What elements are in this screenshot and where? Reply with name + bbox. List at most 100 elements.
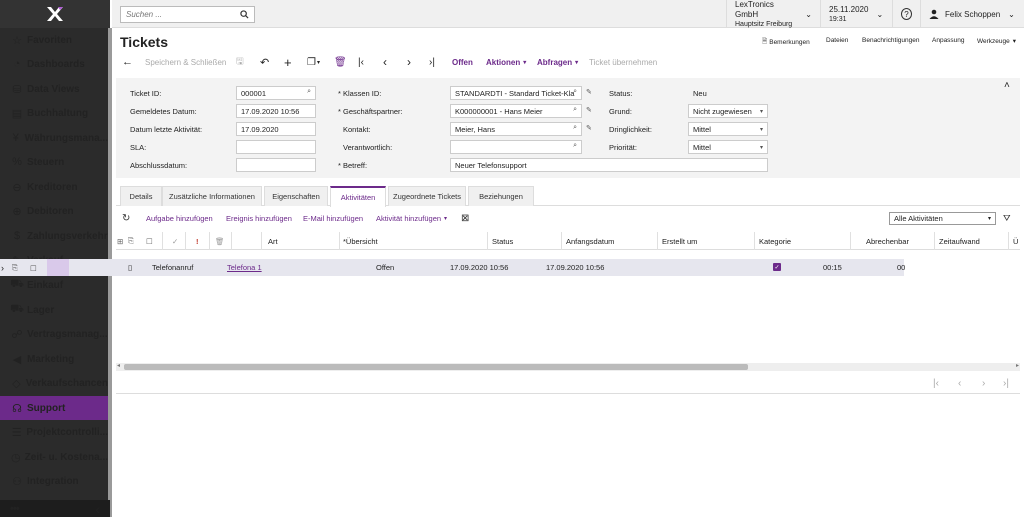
- col-abrechenbar[interactable]: Abrechenbar: [866, 232, 909, 250]
- verantwortlich-field[interactable]: ⌕: [450, 140, 582, 154]
- app-logo[interactable]: [0, 0, 110, 28]
- add-event-button[interactable]: Ereignis hinzufügen: [226, 210, 292, 226]
- copy-icon[interactable]: ❐: [307, 55, 316, 69]
- table-row[interactable]: › ⎘ ☐ ▯ Telefonanruf Telefona 1 Offen 17…: [0, 258, 905, 277]
- sidebar-item-favoriten[interactable]: ☆ Favoriten: [0, 28, 108, 52]
- scroll-right-icon[interactable]: ▸: [1016, 362, 1019, 369]
- row-uebersicht-link[interactable]: Telefona 1: [227, 258, 262, 276]
- betreff-field[interactable]: Neuer Telefonsupport: [450, 158, 768, 172]
- dringlichkeit-select[interactable]: Mittel ▾: [688, 122, 768, 136]
- sidebar-item-data-views[interactable]: ⛁ Data Views: [0, 77, 108, 101]
- gemeldet-field[interactable]: 17.09.2020 10:56: [236, 104, 316, 118]
- abschluss-field[interactable]: [236, 158, 316, 172]
- expand-row-icon[interactable]: ›: [1, 259, 4, 277]
- refresh-icon[interactable]: ↻: [122, 210, 130, 226]
- col-uebersicht[interactable]: *Übersicht: [343, 232, 378, 250]
- sidebar-item-dashboards[interactable]: ◔ Dashboards: [0, 52, 108, 76]
- edit-icon[interactable]: ✎: [586, 88, 592, 96]
- first-record-icon[interactable]: |‹: [358, 55, 364, 69]
- pager-next-icon[interactable]: ›: [982, 378, 985, 389]
- col-status[interactable]: Status: [492, 232, 513, 250]
- selected-cell[interactable]: [47, 259, 69, 276]
- col-anfangsdatum[interactable]: Anfangsdatum: [566, 232, 614, 250]
- sidebar-item-zeit-u-kostena[interactable]: ◷ Zeit- u. Kostena...: [0, 445, 108, 469]
- col-zeitaufwand[interactable]: Zeitaufwand: [939, 232, 980, 250]
- sidebar-item-projektcontrolli[interactable]: ☰ Projektcontrolli...: [0, 420, 108, 444]
- save-icon[interactable]: 🖫: [236, 55, 244, 69]
- horizontal-scrollbar[interactable]: ◂ ▸: [116, 363, 1020, 371]
- sidebar-item-marketing[interactable]: ◀ Marketing: [0, 347, 108, 371]
- klassen-id-field[interactable]: STANDARDTI - Standard Ticket-Kla ⌕: [450, 86, 582, 100]
- col-erstellt-um[interactable]: Erstellt um: [662, 232, 697, 250]
- add-email-button[interactable]: E-Mail hinzufügen: [303, 210, 363, 226]
- pager-first-icon[interactable]: |‹: [933, 378, 939, 389]
- more-icon[interactable]: •••: [10, 503, 20, 515]
- note-icon[interactable]: ☐: [30, 259, 37, 277]
- letzte-aktivitaet-field[interactable]: 17.09.2020: [236, 122, 316, 136]
- sidebar-item-vertragsmanag[interactable]: ☍ Vertragsmanag...: [0, 322, 108, 346]
- sidebar-item-kreditoren[interactable]: ⊖ Kreditoren: [0, 175, 108, 199]
- header-link-werkzeuge[interactable]: Werkzeuge ▾: [977, 37, 1016, 46]
- help-button[interactable]: ?: [892, 0, 920, 28]
- add-task-button[interactable]: Aufgabe hinzufügen: [146, 210, 213, 226]
- filter-icon[interactable]: ⛛: [1003, 210, 1011, 226]
- back-button[interactable]: ←: [122, 55, 133, 69]
- user-menu[interactable]: Felix Schoppen ⌄: [920, 0, 1024, 28]
- save-close-button[interactable]: Speichern & Schließen: [145, 55, 226, 69]
- pager-prev-icon[interactable]: ‹: [958, 378, 961, 389]
- grund-select[interactable]: Nicht zugewiesen ▾: [688, 104, 768, 118]
- sidebar-item-zahlungsverkehr[interactable]: $ Zahlungsverkehr: [0, 224, 108, 248]
- kontakt-field[interactable]: Meier, Hans ⌕: [450, 122, 582, 136]
- collapse-sidebar-icon[interactable]: ‹: [95, 501, 100, 517]
- scrollbar-thumb[interactable]: [124, 364, 748, 370]
- attachment-icon[interactable]: ⎘: [12, 259, 18, 277]
- ticket-id-field[interactable]: 000001 ⌕: [236, 86, 316, 100]
- tab-aktivitäten[interactable]: Aktivitäten: [330, 186, 386, 207]
- add-icon[interactable]: +: [284, 55, 292, 70]
- edit-icon[interactable]: ✎: [586, 124, 592, 132]
- col-kategorie[interactable]: Kategorie: [759, 232, 791, 250]
- sidebar-item-währungsmana[interactable]: ¥ Währungsmana...: [0, 126, 108, 150]
- sidebar-item-buchhaltung[interactable]: ▤ Buchhaltung: [0, 101, 108, 125]
- header-link-benachrichtigungen[interactable]: Benachrichtigungen: [862, 37, 919, 44]
- company-selector[interactable]: LexTronics GmbH Hauptsitz Freiburg ⌄: [726, 0, 820, 28]
- ticket-uebernehmen-button[interactable]: Ticket übernehmen: [589, 55, 657, 69]
- activity-filter-select[interactable]: Alle Aktivitäten ▾: [889, 212, 996, 225]
- undo-icon[interactable]: ↶: [260, 55, 269, 69]
- tab-beziehungen[interactable]: Beziehungen: [468, 186, 534, 206]
- sla-field[interactable]: [236, 140, 316, 154]
- tab-zusätzliche-informationen[interactable]: Zusätzliche Informationen: [162, 186, 262, 206]
- last-record-icon[interactable]: ›|: [429, 55, 435, 69]
- date-selector[interactable]: 25.11.2020 19:31 ⌄: [820, 0, 892, 28]
- header-link-dateien[interactable]: Dateien: [826, 37, 848, 44]
- add-activity-menu[interactable]: Aktivität hinzufügen ▾: [376, 210, 447, 226]
- col-art[interactable]: Art: [268, 232, 278, 250]
- prev-record-icon[interactable]: ‹: [383, 55, 387, 69]
- tab-eigenschaften[interactable]: Eigenschaften: [264, 186, 328, 206]
- sidebar-item-integration[interactable]: ⚇ Integration: [0, 469, 108, 493]
- sidebar-item-support[interactable]: ☊ Support: [0, 396, 108, 420]
- grid-settings-icon[interactable]: ⊞: [117, 232, 123, 250]
- delete-icon[interactable]: 🗑: [334, 55, 347, 69]
- scroll-left-icon[interactable]: ◂: [117, 362, 120, 369]
- pager-last-icon[interactable]: ›|: [1003, 378, 1009, 389]
- edit-icon[interactable]: ✎: [586, 106, 592, 114]
- search-input[interactable]: Suchen ...: [120, 6, 255, 23]
- row-abrechenbar-checkbox[interactable]: ✓: [773, 258, 781, 276]
- col-more[interactable]: Ü: [1013, 232, 1018, 250]
- partner-field[interactable]: K000000001 - Hans Meier ⌕: [450, 104, 582, 118]
- offen-button[interactable]: Offen: [452, 55, 473, 69]
- header-link-bemerkungen[interactable]: 🗎 Bemerkungen: [762, 37, 810, 48]
- collapse-form-icon[interactable]: ˄: [1004, 80, 1010, 91]
- sidebar-item-steuern[interactable]: % Steuern: [0, 150, 108, 174]
- excel-export-icon[interactable]: ⊠: [461, 210, 469, 226]
- tab-details[interactable]: Details: [120, 186, 162, 206]
- header-link-anpassung[interactable]: Anpassung: [932, 37, 965, 44]
- tab-zugeordnete-tickets[interactable]: Zugeordnete Tickets: [388, 186, 466, 206]
- sidebar-item-debitoren[interactable]: ⊕ Debitoren: [0, 199, 108, 223]
- sidebar-item-lager[interactable]: ⛟ Lager: [0, 298, 108, 322]
- prioritaet-select[interactable]: Mittel ▾: [688, 140, 768, 154]
- aktionen-menu[interactable]: Aktionen ▾: [486, 55, 526, 69]
- abfragen-menu[interactable]: Abfragen ▾: [537, 55, 578, 69]
- next-record-icon[interactable]: ›: [407, 55, 411, 69]
